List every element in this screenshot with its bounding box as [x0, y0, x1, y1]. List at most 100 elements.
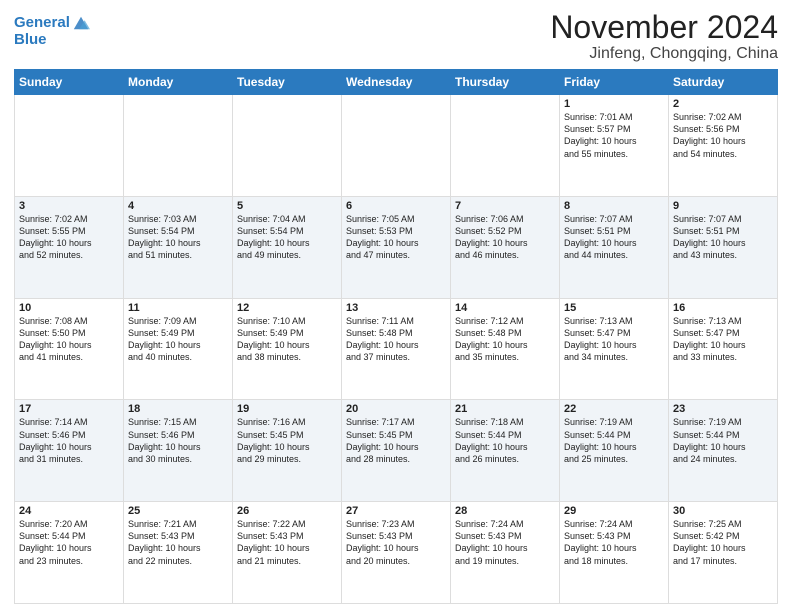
day-info: Sunrise: 7:13 AM Sunset: 5:47 PM Dayligh… [564, 315, 664, 364]
day-number: 17 [19, 403, 119, 415]
day-number: 2 [673, 98, 773, 110]
day-info: Sunrise: 7:14 AM Sunset: 5:46 PM Dayligh… [19, 416, 119, 465]
day-number: 3 [19, 200, 119, 212]
header: General Blue November 2024 Jinfeng, Chon… [14, 10, 778, 63]
weekday-header-tuesday: Tuesday [233, 70, 342, 95]
day-number: 7 [455, 200, 555, 212]
weekday-header-monday: Monday [124, 70, 233, 95]
day-number: 19 [237, 403, 337, 415]
day-info: Sunrise: 7:05 AM Sunset: 5:53 PM Dayligh… [346, 213, 446, 262]
calendar-subtitle: Jinfeng, Chongqing, China [550, 45, 778, 63]
logo-icon [72, 14, 90, 32]
calendar-cell: 12Sunrise: 7:10 AM Sunset: 5:49 PM Dayli… [233, 298, 342, 400]
day-info: Sunrise: 7:23 AM Sunset: 5:43 PM Dayligh… [346, 518, 446, 567]
weekday-header-friday: Friday [560, 70, 669, 95]
calendar-cell: 17Sunrise: 7:14 AM Sunset: 5:46 PM Dayli… [15, 400, 124, 502]
calendar-week-row: 1Sunrise: 7:01 AM Sunset: 5:57 PM Daylig… [15, 95, 778, 197]
calendar-cell: 28Sunrise: 7:24 AM Sunset: 5:43 PM Dayli… [451, 502, 560, 604]
day-info: Sunrise: 7:10 AM Sunset: 5:49 PM Dayligh… [237, 315, 337, 364]
day-number: 8 [564, 200, 664, 212]
day-number: 25 [128, 505, 228, 517]
day-number: 15 [564, 302, 664, 314]
day-number: 28 [455, 505, 555, 517]
day-info: Sunrise: 7:13 AM Sunset: 5:47 PM Dayligh… [673, 315, 773, 364]
calendar-cell: 24Sunrise: 7:20 AM Sunset: 5:44 PM Dayli… [15, 502, 124, 604]
calendar-cell: 27Sunrise: 7:23 AM Sunset: 5:43 PM Dayli… [342, 502, 451, 604]
day-number: 29 [564, 505, 664, 517]
calendar-cell: 5Sunrise: 7:04 AM Sunset: 5:54 PM Daylig… [233, 196, 342, 298]
day-number: 24 [19, 505, 119, 517]
day-number: 1 [564, 98, 664, 110]
calendar-cell: 8Sunrise: 7:07 AM Sunset: 5:51 PM Daylig… [560, 196, 669, 298]
calendar-cell [342, 95, 451, 197]
day-info: Sunrise: 7:04 AM Sunset: 5:54 PM Dayligh… [237, 213, 337, 262]
day-info: Sunrise: 7:20 AM Sunset: 5:44 PM Dayligh… [19, 518, 119, 567]
day-number: 18 [128, 403, 228, 415]
day-info: Sunrise: 7:22 AM Sunset: 5:43 PM Dayligh… [237, 518, 337, 567]
weekday-header-saturday: Saturday [669, 70, 778, 95]
weekday-header-thursday: Thursday [451, 70, 560, 95]
day-number: 4 [128, 200, 228, 212]
day-number: 23 [673, 403, 773, 415]
day-info: Sunrise: 7:08 AM Sunset: 5:50 PM Dayligh… [19, 315, 119, 364]
day-info: Sunrise: 7:11 AM Sunset: 5:48 PM Dayligh… [346, 315, 446, 364]
calendar-cell: 25Sunrise: 7:21 AM Sunset: 5:43 PM Dayli… [124, 502, 233, 604]
day-number: 6 [346, 200, 446, 212]
calendar-cell [15, 95, 124, 197]
day-info: Sunrise: 7:01 AM Sunset: 5:57 PM Dayligh… [564, 111, 664, 160]
weekday-header-wednesday: Wednesday [342, 70, 451, 95]
day-info: Sunrise: 7:03 AM Sunset: 5:54 PM Dayligh… [128, 213, 228, 262]
logo: General Blue [14, 14, 90, 49]
calendar-cell: 11Sunrise: 7:09 AM Sunset: 5:49 PM Dayli… [124, 298, 233, 400]
calendar-cell: 22Sunrise: 7:19 AM Sunset: 5:44 PM Dayli… [560, 400, 669, 502]
calendar-cell: 18Sunrise: 7:15 AM Sunset: 5:46 PM Dayli… [124, 400, 233, 502]
title-block: November 2024 Jinfeng, Chongqing, China [550, 10, 778, 63]
day-info: Sunrise: 7:15 AM Sunset: 5:46 PM Dayligh… [128, 416, 228, 465]
day-info: Sunrise: 7:07 AM Sunset: 5:51 PM Dayligh… [564, 213, 664, 262]
day-info: Sunrise: 7:17 AM Sunset: 5:45 PM Dayligh… [346, 416, 446, 465]
calendar-week-row: 3Sunrise: 7:02 AM Sunset: 5:55 PM Daylig… [15, 196, 778, 298]
day-number: 20 [346, 403, 446, 415]
day-info: Sunrise: 7:07 AM Sunset: 5:51 PM Dayligh… [673, 213, 773, 262]
calendar-cell: 13Sunrise: 7:11 AM Sunset: 5:48 PM Dayli… [342, 298, 451, 400]
day-number: 13 [346, 302, 446, 314]
day-info: Sunrise: 7:16 AM Sunset: 5:45 PM Dayligh… [237, 416, 337, 465]
calendar-cell: 10Sunrise: 7:08 AM Sunset: 5:50 PM Dayli… [15, 298, 124, 400]
day-number: 22 [564, 403, 664, 415]
day-info: Sunrise: 7:25 AM Sunset: 5:42 PM Dayligh… [673, 518, 773, 567]
calendar-cell [124, 95, 233, 197]
calendar-cell: 20Sunrise: 7:17 AM Sunset: 5:45 PM Dayli… [342, 400, 451, 502]
day-info: Sunrise: 7:02 AM Sunset: 5:56 PM Dayligh… [673, 111, 773, 160]
day-info: Sunrise: 7:19 AM Sunset: 5:44 PM Dayligh… [564, 416, 664, 465]
day-number: 10 [19, 302, 119, 314]
day-info: Sunrise: 7:18 AM Sunset: 5:44 PM Dayligh… [455, 416, 555, 465]
day-number: 12 [237, 302, 337, 314]
calendar-cell: 2Sunrise: 7:02 AM Sunset: 5:56 PM Daylig… [669, 95, 778, 197]
calendar-cell: 3Sunrise: 7:02 AM Sunset: 5:55 PM Daylig… [15, 196, 124, 298]
day-number: 21 [455, 403, 555, 415]
page: General Blue November 2024 Jinfeng, Chon… [0, 0, 792, 612]
calendar-cell [233, 95, 342, 197]
day-info: Sunrise: 7:02 AM Sunset: 5:55 PM Dayligh… [19, 213, 119, 262]
day-number: 27 [346, 505, 446, 517]
day-number: 5 [237, 200, 337, 212]
calendar-cell: 15Sunrise: 7:13 AM Sunset: 5:47 PM Dayli… [560, 298, 669, 400]
calendar-cell: 30Sunrise: 7:25 AM Sunset: 5:42 PM Dayli… [669, 502, 778, 604]
weekday-header-sunday: Sunday [15, 70, 124, 95]
calendar-cell: 29Sunrise: 7:24 AM Sunset: 5:43 PM Dayli… [560, 502, 669, 604]
calendar-week-row: 10Sunrise: 7:08 AM Sunset: 5:50 PM Dayli… [15, 298, 778, 400]
day-number: 14 [455, 302, 555, 314]
day-number: 9 [673, 200, 773, 212]
day-info: Sunrise: 7:24 AM Sunset: 5:43 PM Dayligh… [455, 518, 555, 567]
calendar-cell: 21Sunrise: 7:18 AM Sunset: 5:44 PM Dayli… [451, 400, 560, 502]
day-info: Sunrise: 7:12 AM Sunset: 5:48 PM Dayligh… [455, 315, 555, 364]
calendar-cell [451, 95, 560, 197]
calendar-cell: 14Sunrise: 7:12 AM Sunset: 5:48 PM Dayli… [451, 298, 560, 400]
day-number: 30 [673, 505, 773, 517]
calendar-cell: 1Sunrise: 7:01 AM Sunset: 5:57 PM Daylig… [560, 95, 669, 197]
day-info: Sunrise: 7:24 AM Sunset: 5:43 PM Dayligh… [564, 518, 664, 567]
calendar-title: November 2024 [550, 10, 778, 45]
calendar-table: SundayMondayTuesdayWednesdayThursdayFrid… [14, 69, 778, 604]
day-number: 16 [673, 302, 773, 314]
calendar-header-row: SundayMondayTuesdayWednesdayThursdayFrid… [15, 70, 778, 95]
